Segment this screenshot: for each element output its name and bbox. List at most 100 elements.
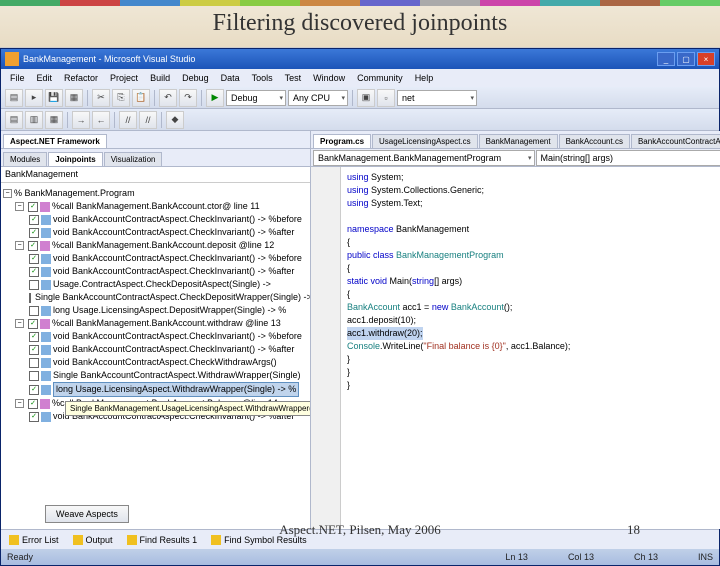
method-icon xyxy=(40,202,50,212)
checkbox[interactable] xyxy=(28,319,38,329)
checkbox[interactable] xyxy=(29,385,39,395)
bookmark-button[interactable]: ◆ xyxy=(166,111,184,129)
checkbox[interactable] xyxy=(29,345,39,355)
expand-icon[interactable]: − xyxy=(3,189,12,198)
expand-icon[interactable]: − xyxy=(15,319,24,328)
statusbar: Ready Ln 13 Col 13 Ch 13 INS xyxy=(1,549,719,565)
menu-tools[interactable]: Tools xyxy=(247,71,278,85)
expand-icon[interactable]: − xyxy=(15,202,24,211)
editor-pane: Program.cs UsageLicensingAspect.cs BankM… xyxy=(311,131,720,529)
minimize-button[interactable]: _ xyxy=(657,52,675,66)
checkbox[interactable] xyxy=(29,254,39,264)
checkbox[interactable] xyxy=(29,267,39,277)
tab-joinpoints[interactable]: Joinpoints xyxy=(48,152,102,166)
checkbox[interactable] xyxy=(29,371,39,381)
titlebar[interactable]: BankManagement - Microsoft Visual Studio… xyxy=(1,49,719,69)
vs-window: BankManagement - Microsoft Visual Studio… xyxy=(0,48,720,566)
menu-window[interactable]: Window xyxy=(308,71,350,85)
checkbox[interactable] xyxy=(28,241,38,251)
maximize-button[interactable]: ▢ xyxy=(677,52,695,66)
btn-c[interactable]: ▦ xyxy=(45,111,63,129)
redo-button[interactable]: ↷ xyxy=(179,89,197,107)
menu-file[interactable]: File xyxy=(5,71,30,85)
checkbox[interactable] xyxy=(29,358,39,368)
weave-aspects-button[interactable]: Weave Aspects xyxy=(45,505,129,523)
start-debug-button[interactable]: ▶ xyxy=(206,89,224,107)
tree-tooltip: Single BankManagement.UsageLicensingAspe… xyxy=(65,401,310,416)
tree-filter-input[interactable]: BankManagement xyxy=(1,167,310,183)
open-button[interactable]: ▸ xyxy=(25,89,43,107)
indent-button[interactable]: → xyxy=(72,111,90,129)
menu-test[interactable]: Test xyxy=(280,71,307,85)
status-ins: INS xyxy=(698,552,713,562)
tool-btn-2[interactable]: ▫ xyxy=(377,89,395,107)
call-icon xyxy=(41,358,51,368)
doc-tab-licensing[interactable]: UsageLicensingAspect.cs xyxy=(372,134,478,148)
slide-number: 18 xyxy=(627,522,640,538)
close-button[interactable]: × xyxy=(697,52,715,66)
gutter xyxy=(311,167,341,529)
joinpoint-tree[interactable]: −% BankManagement.Program −%call BankMan… xyxy=(1,183,310,427)
save-button[interactable]: 💾 xyxy=(45,89,63,107)
comment-button[interactable]: // xyxy=(119,111,137,129)
method-icon xyxy=(40,241,50,251)
doc-tab-contract[interactable]: BankAccountContractAspect.cs xyxy=(631,134,720,148)
tab-visualization[interactable]: Visualization xyxy=(104,152,163,166)
checkbox[interactable] xyxy=(29,293,31,303)
menu-data[interactable]: Data xyxy=(216,71,245,85)
expand-icon[interactable]: − xyxy=(15,399,24,408)
btn-a[interactable]: ▤ xyxy=(5,111,23,129)
find-combo[interactable]: net xyxy=(397,90,477,106)
status-char: Ch 13 xyxy=(634,552,658,562)
menu-edit[interactable]: Edit xyxy=(32,71,58,85)
config-combo[interactable]: Debug xyxy=(226,90,286,106)
bottom-tabs: Error List Output Find Results 1 Find Sy… xyxy=(1,529,719,549)
call-icon xyxy=(41,215,51,225)
btn-b[interactable]: ▥ xyxy=(25,111,43,129)
menu-community[interactable]: Community xyxy=(352,71,408,85)
menu-debug[interactable]: Debug xyxy=(177,71,214,85)
checkbox[interactable] xyxy=(28,202,38,212)
doc-tab-program[interactable]: Program.cs xyxy=(313,134,371,148)
menu-build[interactable]: Build xyxy=(145,71,175,85)
menu-project[interactable]: Project xyxy=(105,71,143,85)
uncomment-button[interactable]: // xyxy=(139,111,157,129)
nav-class-combo[interactable]: BankManagement.BankManagementProgram xyxy=(313,150,535,166)
paste-button[interactable]: 📋 xyxy=(132,89,150,107)
toolbar-2: ▤ ▥ ▦ → ← // // ◆ xyxy=(1,109,719,131)
nav-member-combo[interactable]: Main(string[] args) xyxy=(536,150,720,166)
status-line: Ln 13 xyxy=(505,552,528,562)
aspect-panel-header[interactable]: Aspect.NET Framework xyxy=(3,134,107,148)
checkbox[interactable] xyxy=(29,228,39,238)
checkbox[interactable] xyxy=(29,280,39,290)
call-icon xyxy=(41,267,51,277)
code-editor[interactable]: using System; using System.Collections.G… xyxy=(311,167,720,529)
outdent-button[interactable]: ← xyxy=(92,111,110,129)
platform-combo[interactable]: Any CPU xyxy=(288,90,348,106)
call-icon xyxy=(41,306,51,316)
cut-button[interactable]: ✂ xyxy=(92,89,110,107)
expand-icon[interactable]: − xyxy=(15,241,24,250)
call-icon xyxy=(41,345,51,355)
menu-refactor[interactable]: Refactor xyxy=(59,71,103,85)
undo-button[interactable]: ↶ xyxy=(159,89,177,107)
call-icon xyxy=(41,412,51,422)
save-all-button[interactable]: ▦ xyxy=(65,89,83,107)
tool-btn-1[interactable]: ▣ xyxy=(357,89,375,107)
menubar: File Edit Refactor Project Build Debug D… xyxy=(1,69,719,87)
checkbox[interactable] xyxy=(28,399,38,409)
copy-button[interactable]: ⎘ xyxy=(112,89,130,107)
doc-tab-bankaccount[interactable]: BankAccount.cs xyxy=(559,134,630,148)
new-project-button[interactable]: ▤ xyxy=(5,89,23,107)
checkbox[interactable] xyxy=(29,215,39,225)
doc-tab-bankmgmt[interactable]: BankManagement xyxy=(479,134,558,148)
tab-modules[interactable]: Modules xyxy=(3,152,47,166)
method-icon xyxy=(40,319,50,329)
menu-help[interactable]: Help xyxy=(410,71,439,85)
checkbox[interactable] xyxy=(29,412,39,422)
call-icon xyxy=(41,332,51,342)
call-icon xyxy=(41,385,51,395)
toolbar-1: ▤ ▸ 💾 ▦ ✂ ⎘ 📋 ↶ ↷ ▶ Debug Any CPU ▣ ▫ ne… xyxy=(1,87,719,109)
checkbox[interactable] xyxy=(29,306,39,316)
checkbox[interactable] xyxy=(29,332,39,342)
